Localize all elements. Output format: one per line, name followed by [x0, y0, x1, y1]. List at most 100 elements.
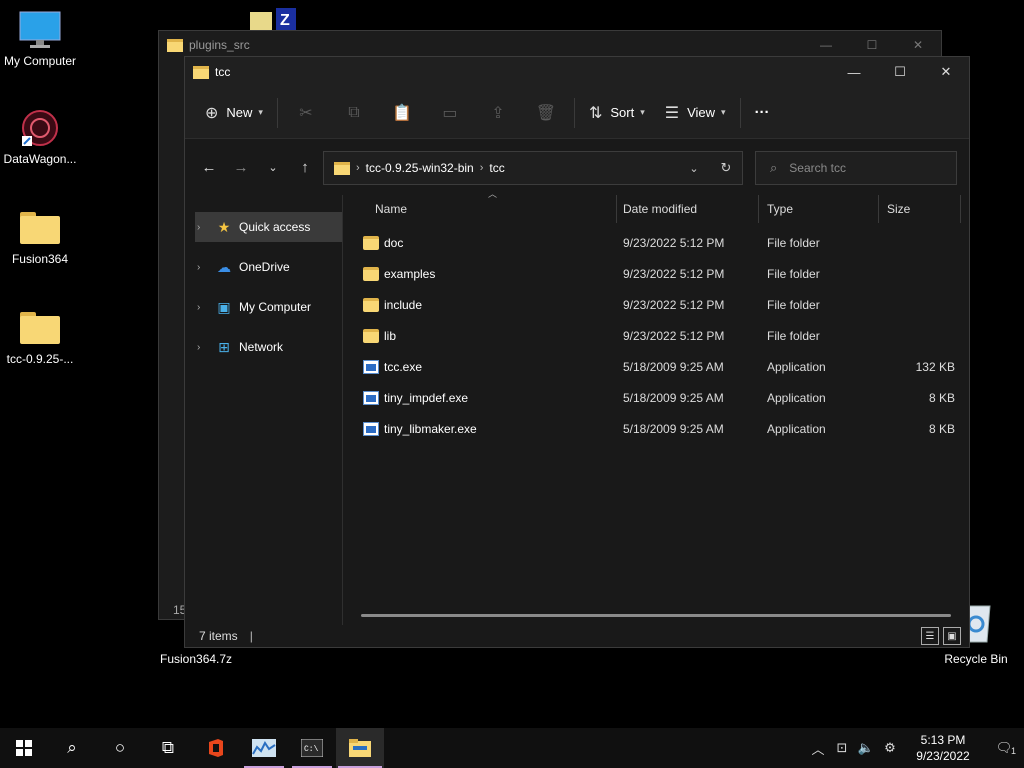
desktop-icon-datawagon[interactable]: DataWagon... [0, 108, 80, 166]
breadcrumb-tcc-0925-win32-bin[interactable]: tcc-0.9.25-win32-bin [366, 161, 474, 175]
horizontal-scrollbar[interactable] [361, 614, 951, 617]
archive-7z-icon[interactable]: Z [250, 8, 298, 30]
file-row[interactable]: include 9/23/2022 5:12 PM File folder [345, 289, 969, 320]
clock[interactable]: 5:13 PM 9/23/2022 [902, 732, 984, 764]
address-bar[interactable]: › tcc-0.9.25-win32-bin › tcc ⌄ ↻ [323, 151, 743, 185]
more-options-button[interactable]: ··· [745, 96, 780, 130]
chevron-right-icon[interactable]: › [197, 262, 213, 273]
chevron-right-icon[interactable]: › [197, 342, 213, 353]
close-button[interactable]: ✕ [923, 57, 969, 87]
desktop-icon-tcc-folder[interactable]: tcc-0.9.25-... [0, 308, 80, 366]
folder-icon [193, 65, 209, 79]
forward-arrow-icon[interactable]: → [225, 151, 257, 183]
show-hidden-icons-chevron-icon[interactable]: ︿ [806, 739, 830, 758]
volume-icon[interactable]: 🔈 [854, 740, 878, 756]
application-icon [363, 359, 379, 374]
folder-icon [363, 328, 379, 343]
file-row[interactable]: examples 9/23/2022 5:12 PM File folder [345, 258, 969, 289]
refresh-icon[interactable]: ↻ [710, 160, 742, 176]
chevron-right-icon[interactable]: › [197, 302, 213, 313]
chevron-right-icon[interactable]: › [197, 222, 213, 233]
address-history-chevron-icon[interactable]: ⌄ [678, 162, 710, 175]
file-type: Application [767, 421, 826, 436]
file-explorer-app-icon[interactable] [336, 728, 384, 768]
file-row[interactable]: lib 9/23/2022 5:12 PM File folder [345, 320, 969, 351]
window-titlebar[interactable]: tcc — ☐ ✕ [185, 57, 969, 87]
network-icon: ⊞ [218, 338, 230, 355]
performance-monitor-app-icon[interactable] [240, 728, 288, 768]
file-name: tiny_libmaker.exe [384, 421, 477, 436]
sort-icon: ⇅ [588, 104, 603, 122]
chevron-down-icon: ▾ [640, 107, 645, 117]
file-type: Application [767, 359, 826, 374]
rename-icon[interactable]: ▭ [426, 96, 474, 130]
search-box[interactable]: ⌕ Search tcc [755, 151, 957, 185]
cut-icon[interactable]: ✂ [282, 96, 330, 130]
cortana-circle-icon[interactable]: ○ [96, 728, 144, 768]
up-arrow-icon[interactable]: ↑ [289, 151, 321, 183]
window-title: tcc [215, 65, 231, 79]
network-status-icon[interactable]: ⊡ [830, 740, 854, 756]
file-type: File folder [767, 328, 820, 343]
application-icon [363, 390, 379, 405]
start-button[interactable] [0, 728, 48, 768]
sidebar-item-quick-access[interactable]: › ★ Quick access [185, 207, 342, 247]
sidebar-item-network[interactable]: › ⊞ Network [185, 327, 342, 367]
file-row[interactable]: tiny_impdef.exe 5/18/2009 9:25 AM Applicat… [345, 382, 969, 413]
file-name: lib [384, 328, 397, 343]
view-button[interactable]: ☰ View ▾ [655, 96, 736, 130]
office-app-icon[interactable] [192, 728, 240, 768]
minimize-button[interactable]: — [831, 57, 877, 87]
command-prompt-app-icon[interactable]: C:\ [288, 728, 336, 768]
file-date-modified: 9/23/2022 5:12 PM [623, 328, 725, 343]
desktop: My Computer DataWagon... Fusion364 tcc-0… [0, 0, 1024, 728]
sidebar-item-onedrive[interactable]: › ☁ OneDrive [185, 247, 342, 287]
desktop-icon-my-computer[interactable]: My Computer [0, 10, 80, 68]
minimize-icon[interactable]: — [803, 31, 849, 59]
cloud-icon: ☁ [217, 258, 231, 275]
settings-gear-icon[interactable]: ⚙ [878, 740, 902, 756]
windows-logo-icon [16, 740, 32, 756]
plus-circle-icon: ⊕ [205, 104, 219, 122]
file-type: File folder [767, 297, 820, 312]
divider [573, 97, 575, 128]
column-header-name[interactable]: Name [367, 195, 617, 223]
file-row[interactable]: doc 9/23/2022 5:12 PM File folder [345, 227, 969, 258]
file-name: doc [384, 235, 404, 250]
maximize-button[interactable]: ☐ [877, 57, 923, 87]
breadcrumb-separator-icon: › [356, 162, 360, 174]
folder-icon [363, 235, 379, 250]
close-icon[interactable]: ✕ [895, 31, 941, 59]
column-header-date-modified[interactable]: Date modified [615, 195, 759, 223]
copy-icon[interactable]: ⧉ [330, 96, 378, 130]
desktop-file-fusion364-7z[interactable]: Fusion364.7z [160, 652, 232, 666]
file-row[interactable]: tiny_libmaker.exe 5/18/2009 9:25 AM Applic… [345, 413, 969, 444]
search-icon[interactable]: ⌕ [48, 728, 96, 768]
svg-text:Z: Z [280, 12, 290, 29]
file-date-modified: 5/18/2009 9:25 AM [623, 390, 724, 405]
desktop-icon-fusion364[interactable]: Fusion364 [0, 208, 80, 266]
file-name: tiny_impdef.exe [384, 390, 469, 405]
large-icons-view-icon[interactable]: ▣ [943, 627, 961, 645]
recent-locations-chevron-icon[interactable]: ⌄ [257, 151, 289, 183]
task-view-icon[interactable]: ⧉ [144, 728, 192, 768]
details-view-icon[interactable]: ☰ [921, 627, 939, 645]
new-button[interactable]: ⊕ New ▾ [195, 96, 273, 130]
delete-icon[interactable]: 🗑 [522, 96, 570, 130]
monitor-icon [18, 10, 62, 50]
file-explorer-window[interactable]: tcc — ☐ ✕ ⊕ New ▾ ✂ ⧉ 📋 ▭ ⇪ 🗑 ⇅ Sort ▾ ☰… [184, 56, 970, 648]
notifications-button[interactable]: 🗨 1 [984, 740, 1024, 756]
maximize-icon[interactable]: ☐ [849, 31, 895, 59]
back-arrow-icon[interactable]: ← [193, 151, 225, 183]
command-bar: ⊕ New ▾ ✂ ⧉ 📋 ▭ ⇪ 🗑 ⇅ Sort ▾ ☰ View ▾ ··… [185, 87, 969, 139]
paste-icon[interactable]: 📋 [378, 96, 426, 130]
breadcrumb-separator-icon: › [479, 162, 484, 174]
sidebar-item-my-computer[interactable]: › ▣ My Computer [185, 287, 342, 327]
breadcrumb-tcc[interactable]: tcc [489, 161, 504, 175]
share-icon[interactable]: ⇪ [474, 96, 522, 130]
column-header-type[interactable]: Type [759, 195, 879, 223]
folder-icon [363, 266, 379, 281]
column-header-size[interactable]: Size [879, 195, 961, 223]
sort-button[interactable]: ⇅ Sort ▾ [579, 96, 655, 130]
file-row[interactable]: tcc.exe 5/18/2009 9:25 AM Application 132 K… [345, 351, 969, 382]
